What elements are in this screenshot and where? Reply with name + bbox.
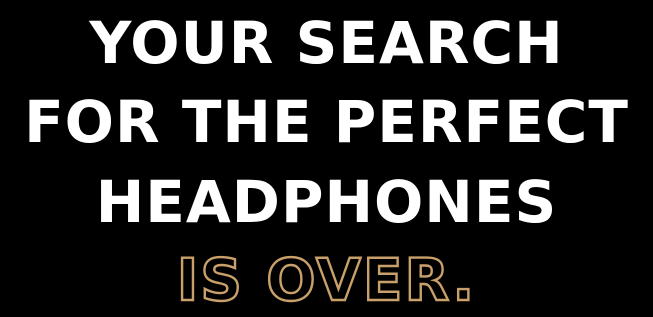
headline-line-2: FOR THE PERFECT: [24, 88, 629, 156]
tagline-text: IS OVER.: [177, 246, 477, 314]
headline-line-3: HEADPHONES: [95, 168, 558, 236]
tagline-outline: IS OVER.: [176, 245, 477, 315]
hero-banner: YOUR SEARCH FOR THE PERFECT HEADPHONES I…: [0, 0, 653, 317]
headline-line-1: YOUR SEARCH: [89, 9, 564, 77]
